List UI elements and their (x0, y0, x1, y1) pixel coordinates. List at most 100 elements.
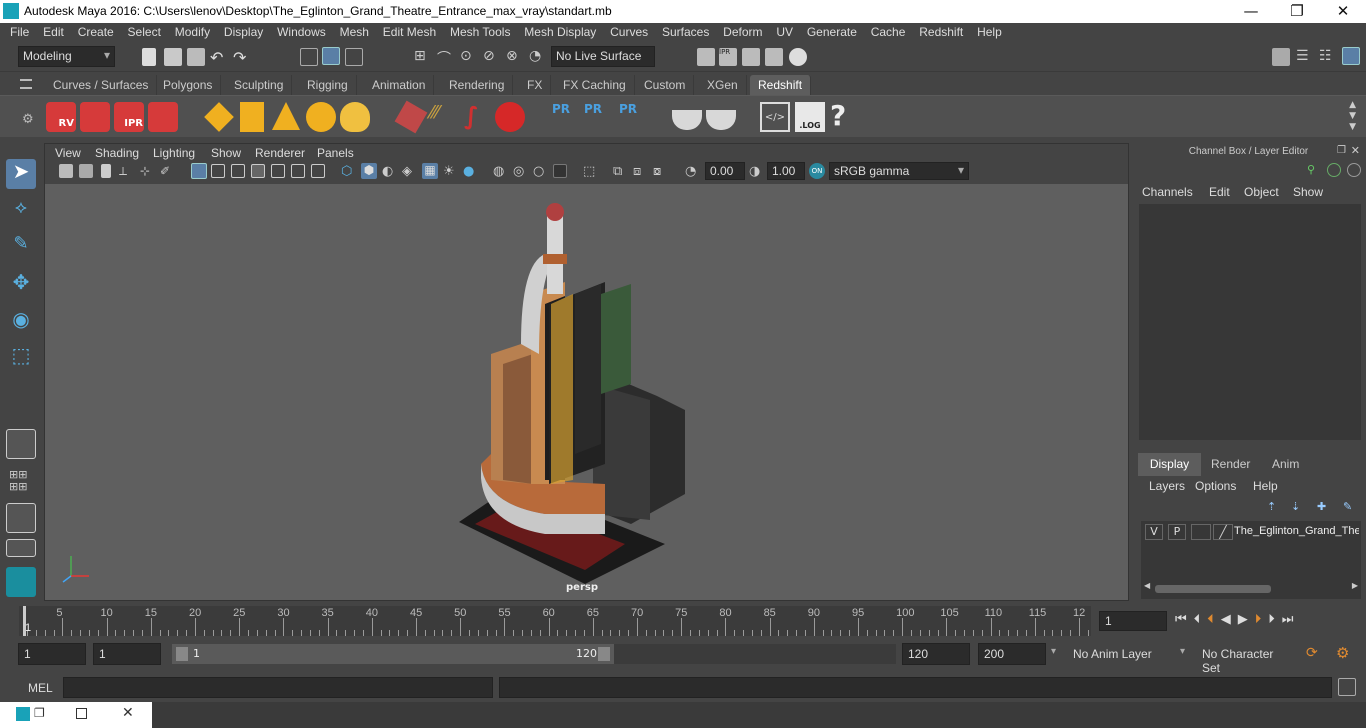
four-view-layout-icon[interactable]: ⊞⊞ ⊞⊞ (9, 469, 33, 493)
menu-help[interactable]: Help (977, 23, 1002, 39)
render-settings-icon[interactable] (742, 48, 760, 66)
vp-menu-view[interactable]: View (55, 146, 81, 160)
gamma-field[interactable]: 1.00 (767, 162, 805, 180)
menu-cache[interactable]: Cache (871, 23, 906, 39)
gate-mask-icon[interactable] (251, 164, 265, 178)
redshift-material-icon[interactable] (495, 102, 525, 132)
undo-icon[interactable]: ↶ (210, 48, 228, 67)
attribute-editor-icon[interactable]: ☰ (1296, 48, 1314, 66)
cb-menu-channels[interactable]: Channels (1142, 185, 1193, 199)
playback-end-field[interactable]: 120 (902, 643, 970, 665)
live-surface-field[interactable]: No Live Surface (551, 46, 655, 67)
new-layer-selected-icon[interactable]: ✎ (1343, 500, 1352, 513)
ipr-render-icon[interactable]: IPR (719, 48, 737, 66)
menu-mesh-display[interactable]: Mesh Display (524, 23, 596, 39)
film-gate-icon[interactable] (211, 164, 225, 178)
use-all-lights-icon[interactable]: ▦ (422, 163, 438, 179)
redshift-batch-render-icon[interactable] (80, 102, 110, 132)
xray-icon[interactable]: ⬚ (583, 164, 597, 179)
channel-list[interactable] (1139, 204, 1361, 440)
cb-menu-object[interactable]: Object (1244, 185, 1279, 199)
channel-box-toggle-icon[interactable] (1342, 47, 1360, 65)
play-forwards-icon[interactable]: ▶ (1238, 612, 1255, 627)
play-backwards-icon[interactable]: ◀ (1221, 612, 1238, 627)
tab-polygons[interactable]: Polygons (155, 75, 222, 95)
redshift-render-settings-icon[interactable] (148, 102, 178, 132)
tab-animation[interactable]: Animation (364, 75, 435, 95)
vp-menu-panels[interactable]: Panels (317, 146, 354, 160)
shadows-icon[interactable]: ☀ (443, 164, 457, 179)
depth-of-field-icon[interactable]: ○ (533, 164, 547, 179)
time-ruler[interactable]: 5 10 15 20 25 30 35 40 45 50 55 60 65 70 75 80 85 90 95 100… (19, 606, 1091, 636)
restore-button[interactable]: ❐ (1274, 0, 1320, 23)
scene-end-field[interactable]: 200 (978, 643, 1046, 665)
command-input[interactable] (63, 677, 493, 698)
gamma-icon[interactable]: ◑ (749, 164, 763, 179)
redshift-spot-light-icon[interactable] (272, 102, 300, 130)
shelf-menu-icon[interactable] (20, 79, 32, 89)
image-plane-icon[interactable]: ⟂ (119, 164, 133, 178)
new-scene-icon[interactable] (142, 48, 156, 66)
safe-title-icon[interactable] (311, 164, 325, 178)
xray-joints-icon[interactable]: ⧉ (613, 164, 627, 179)
tab-fx[interactable]: FX (519, 75, 552, 95)
chevron-down-icon[interactable]: ▾ (1051, 646, 1056, 657)
step-forward-key-icon[interactable]: ⏵ (1255, 612, 1269, 627)
vp-menu-show[interactable]: Show (211, 146, 241, 160)
colorspace-dropdown[interactable]: sRGB gamma ▾ (829, 162, 969, 180)
perspective-viewport[interactable]: persp (45, 184, 1128, 600)
redshift-render-view-icon[interactable]: RV (46, 102, 76, 132)
maximize-icon[interactable] (76, 708, 87, 719)
isolate-select-icon[interactable] (553, 164, 567, 178)
playback-start-field[interactable]: 1 (93, 643, 161, 665)
textured-icon[interactable]: ◈ (402, 164, 416, 179)
go-to-end-icon[interactable]: ⏭ (1282, 612, 1301, 627)
2d-pan-zoom-icon[interactable]: ⊹ (140, 164, 154, 178)
render-view-icon[interactable] (789, 48, 807, 66)
move-layer-down-icon[interactable]: ⇣ (1291, 500, 1300, 513)
menu-windows[interactable]: Windows (277, 23, 326, 39)
move-tool-icon[interactable]: ✥ (6, 270, 36, 300)
minimized-window[interactable]: ❐ ✕ (0, 702, 152, 728)
current-frame-field[interactable]: 1 (1099, 611, 1167, 631)
backface-culling-icon[interactable]: ⧇ (653, 164, 667, 179)
render-frame-icon[interactable] (697, 48, 715, 66)
animation-preferences-icon[interactable]: ⚙ (1336, 644, 1356, 664)
go-to-start-icon[interactable]: ⏮ (1175, 612, 1194, 627)
auto-key-icon[interactable]: ⟳ (1306, 645, 1324, 663)
smooth-shade-icon[interactable]: ⬢ (361, 163, 377, 179)
snap-curve-icon[interactable]: ⌒ (437, 48, 455, 67)
menu-file[interactable]: File (10, 23, 29, 39)
outliner-layout-icon[interactable] (6, 539, 36, 557)
open-scene-icon[interactable] (164, 48, 182, 66)
menu-curves[interactable]: Curves (610, 23, 648, 39)
grid-toggle-icon[interactable] (191, 163, 207, 179)
menu-redshift[interactable]: Redshift (919, 23, 963, 39)
exposure-icon[interactable]: ◔ (685, 164, 699, 179)
new-layer-icon[interactable]: ✚ (1317, 500, 1326, 513)
restore-icon[interactable]: ❐ (34, 706, 45, 720)
menu-generate[interactable]: Generate (807, 23, 857, 39)
redshift-bake-icon[interactable] (672, 110, 702, 130)
menu-mesh-tools[interactable]: Mesh Tools (450, 23, 510, 39)
select-tool-icon[interactable]: ➤ (6, 159, 36, 189)
redshift-pr-swap-icon[interactable]: PR (619, 102, 649, 132)
redo-icon[interactable]: ↷ (233, 48, 251, 67)
ambient-occlusion-icon[interactable]: ● (463, 164, 477, 179)
tab-rigging[interactable]: Rigging (299, 75, 357, 95)
tab-redshift[interactable]: Redshift (750, 75, 812, 95)
scroll-left-icon[interactable]: ◀ (1144, 581, 1150, 590)
menu-display[interactable]: Display (224, 23, 263, 39)
menu-deform[interactable]: Deform (723, 23, 762, 39)
layer-menu-layers[interactable]: Layers (1149, 479, 1185, 493)
tab-xgen[interactable]: XGen (699, 75, 747, 95)
select-hierarchy-icon[interactable] (300, 48, 318, 66)
snap-point-icon[interactable]: ⊙ (460, 48, 478, 66)
redshift-portal-light-icon[interactable] (240, 102, 264, 132)
field-chart-icon[interactable] (271, 164, 285, 178)
close-panel-icon[interactable]: ✕ (1351, 144, 1360, 157)
menu-create[interactable]: Create (78, 23, 114, 39)
redshift-help-icon[interactable]: ? (830, 99, 860, 132)
minimize-button[interactable]: — (1228, 0, 1274, 23)
move-layer-up-icon[interactable]: ⇡ (1267, 500, 1276, 513)
